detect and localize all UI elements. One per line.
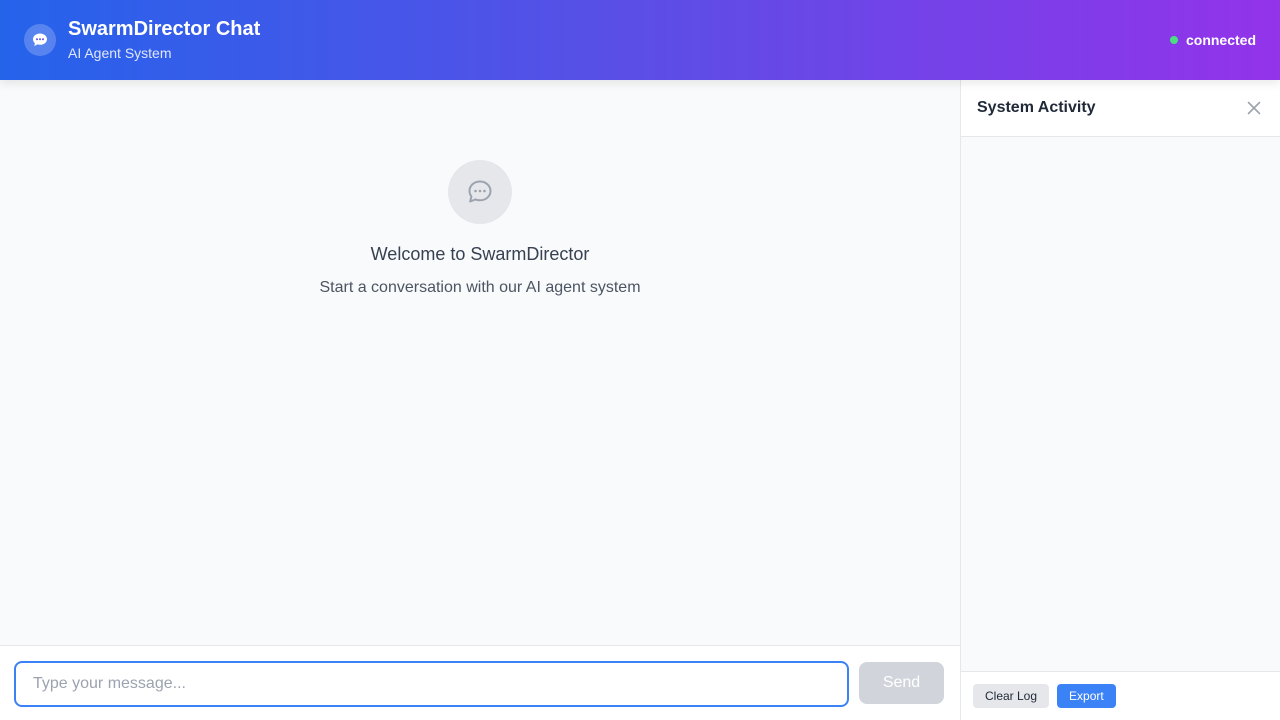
export-button[interactable]: Export — [1057, 684, 1116, 708]
chat-bubble-icon — [448, 160, 512, 224]
send-button[interactable]: Send — [859, 662, 944, 704]
app-title: SwarmDirector Chat — [68, 18, 261, 40]
close-icon[interactable] — [1244, 98, 1264, 118]
clear-log-button[interactable]: Clear Log — [973, 684, 1050, 708]
status-dot-icon — [1169, 36, 1178, 44]
chat-bubble-icon — [24, 24, 56, 56]
connection-status: connected — [1169, 32, 1256, 48]
message-composer: Send — [0, 645, 960, 720]
message-input[interactable] — [14, 661, 849, 707]
system-activity-panel: System Activity Clear Log Export — [960, 80, 1280, 720]
title-block: SwarmDirector Chat AI Agent System — [68, 17, 260, 63]
welcome-subtitle: Start a conversation with our AI agent s… — [319, 279, 641, 296]
welcome-title: Welcome to SwarmDirector — [370, 244, 590, 264]
status-label: connected — [1185, 32, 1256, 48]
panel-title: System Activity — [977, 99, 1096, 116]
welcome-message: Welcome to SwarmDirector Start a convers… — [0, 160, 960, 297]
panel-header: System Activity — [961, 80, 1280, 137]
app-subtitle: AI Agent System — [68, 45, 172, 61]
panel-footer: Clear Log Export — [961, 671, 1280, 720]
chat-area: Welcome to SwarmDirector Start a convers… — [0, 80, 960, 720]
app-header: SwarmDirector Chat AI Agent System conne… — [0, 0, 1280, 80]
